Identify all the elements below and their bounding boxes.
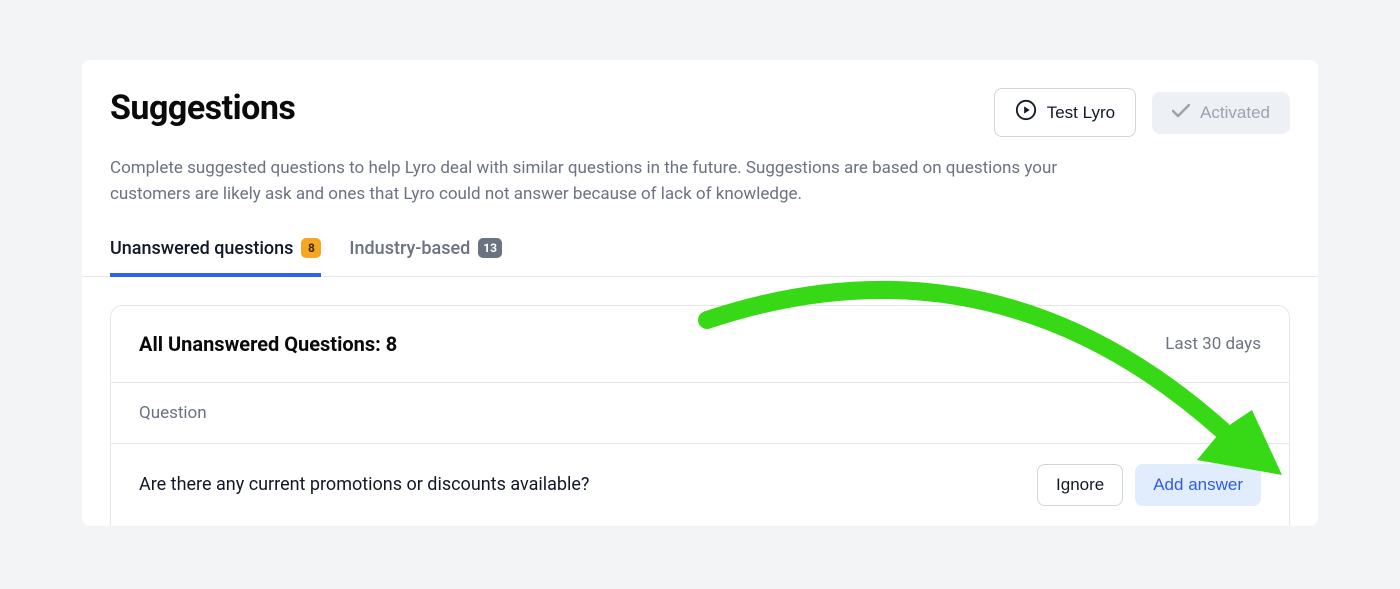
tab-unanswered-label: Unanswered questions	[110, 238, 293, 259]
page-title: Suggestions	[110, 88, 295, 128]
test-lyro-label: Test Lyro	[1047, 103, 1115, 123]
tabs: Unanswered questions 8 Industry-based 13	[82, 238, 1318, 277]
tab-industry-label: Industry-based	[349, 238, 470, 259]
questions-panel: All Unanswered Questions: 8 Last 30 days…	[110, 305, 1290, 526]
panel-title: All Unanswered Questions: 8	[139, 332, 397, 356]
panel-header: All Unanswered Questions: 8 Last 30 days	[111, 306, 1289, 383]
play-circle-icon	[1015, 99, 1037, 126]
activated-button: Activated	[1152, 92, 1290, 134]
page-description: Complete suggested questions to help Lyr…	[82, 155, 1142, 208]
tab-unanswered[interactable]: Unanswered questions 8	[110, 238, 321, 277]
add-answer-button[interactable]: Add answer	[1135, 464, 1261, 506]
row-actions: Ignore Add answer	[1037, 464, 1261, 506]
date-range-label: Last 30 days	[1165, 334, 1261, 354]
suggestions-card: Suggestions Test Lyro Activated	[82, 60, 1318, 526]
tab-industry[interactable]: Industry-based 13	[349, 238, 502, 277]
question-column-header: Question	[111, 383, 1289, 444]
header-row: Suggestions Test Lyro Activated	[82, 88, 1318, 137]
checkmark-icon	[1172, 103, 1190, 123]
header-actions: Test Lyro Activated	[994, 88, 1290, 137]
tab-unanswered-badge: 8	[301, 238, 321, 258]
question-row: Are there any current promotions or disc…	[111, 444, 1289, 526]
activated-label: Activated	[1200, 103, 1270, 123]
ignore-button[interactable]: Ignore	[1037, 464, 1123, 506]
test-lyro-button[interactable]: Test Lyro	[994, 88, 1136, 137]
tab-industry-badge: 13	[478, 238, 502, 258]
question-text: Are there any current promotions or disc…	[139, 474, 589, 495]
